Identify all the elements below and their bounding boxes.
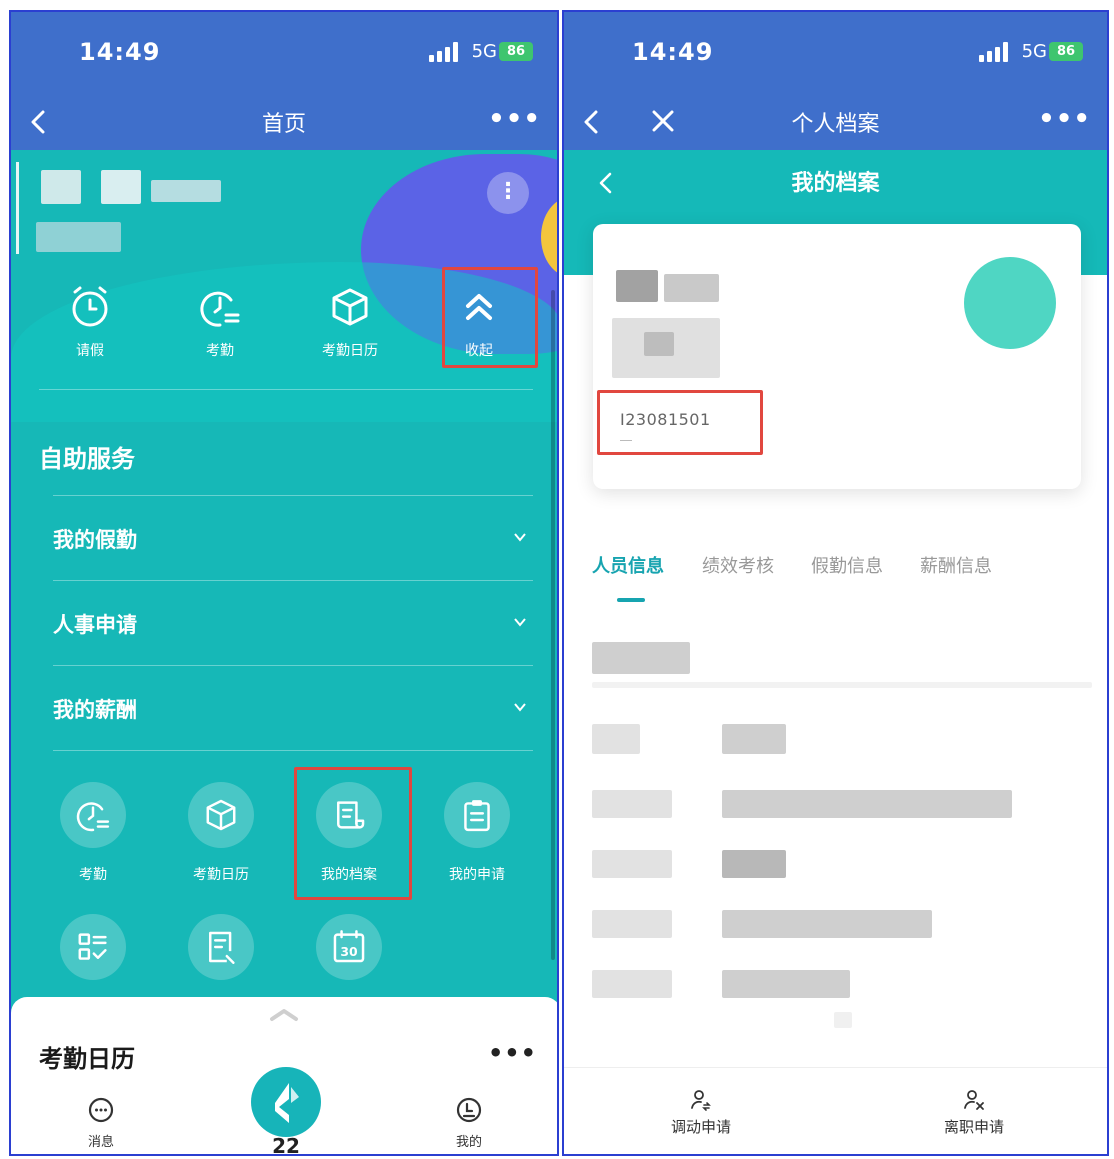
chevron-up-icon[interactable] xyxy=(269,1007,299,1023)
cube-icon xyxy=(206,799,236,831)
highlight-box-collapse xyxy=(442,267,538,368)
user-menu-button[interactable]: ⋮ xyxy=(487,172,529,214)
quick-action-label: 考勤 xyxy=(206,343,234,359)
person-transfer-icon xyxy=(691,1090,711,1111)
accordion-hr-requests[interactable]: 人事申请 xyxy=(53,581,533,665)
tab-label: 我的 xyxy=(455,1135,482,1150)
status-bar: 14:49 5G 86 xyxy=(11,12,557,94)
attendance-clock-icon xyxy=(76,802,110,832)
divider xyxy=(39,389,533,390)
cube-icon xyxy=(332,288,368,326)
edit-doc-icon xyxy=(209,931,235,964)
battery-icon: 86 xyxy=(499,42,533,61)
chat-bubble-icon xyxy=(88,1097,114,1123)
quick-action-label: 请假 xyxy=(76,343,104,359)
resignation-request-button[interactable]: 离职申请 xyxy=(919,1088,1029,1137)
user-clock-icon xyxy=(456,1097,482,1123)
more-icon[interactable]: ••• xyxy=(488,106,541,132)
accordion-label: 人事申请 xyxy=(53,613,137,637)
status-time: 14:49 xyxy=(79,38,161,66)
signal-icon xyxy=(979,42,1009,62)
quick-action-label: 考勤日历 xyxy=(322,343,378,359)
center-number: 22 xyxy=(272,1134,300,1156)
accordion-my-leave[interactable]: 我的假勤 xyxy=(53,496,533,580)
grid-item-my-requests[interactable]: 我的申请 xyxy=(422,782,532,884)
divider xyxy=(53,750,533,751)
clipboard-icon xyxy=(464,800,490,832)
quick-action-attendance[interactable]: 考勤 xyxy=(175,284,265,360)
home-screen: 14:49 5G 86 首页 ••• ⋮ 请假 考勤 考勤日历 收起 自助服务 … xyxy=(9,10,559,1156)
bottom-action-bar: 调动申请 离职申请 xyxy=(564,1067,1107,1154)
grid-item-calendar[interactable]: 考勤日历 xyxy=(166,782,276,884)
action-label: 调动申请 xyxy=(670,1118,731,1136)
status-time: 14:49 xyxy=(632,38,714,66)
sheet-more-icon[interactable]: ••• xyxy=(488,1039,537,1067)
svg-text:30: 30 xyxy=(340,944,358,959)
grid-item-label: 考勤日历 xyxy=(193,867,249,883)
attendance-clock-icon xyxy=(200,291,240,327)
grid-item-edit-document[interactable] xyxy=(166,914,276,980)
calendar-30-icon: 30 xyxy=(333,930,365,963)
tab-leave-info[interactable]: 假勤信息 xyxy=(811,552,883,578)
center-app-button[interactable] xyxy=(251,1067,321,1137)
accordion-label: 我的假勤 xyxy=(53,528,137,552)
tab-messages[interactable]: 消息 xyxy=(66,1097,136,1150)
tab-label: 消息 xyxy=(87,1135,114,1150)
status-bar: 14:49 5G 86 xyxy=(564,12,1107,94)
quick-action-calendar[interactable]: 考勤日历 xyxy=(305,284,395,360)
nav-bar: 首页 ••• xyxy=(11,94,557,150)
alarm-clock-icon xyxy=(72,286,108,327)
network-type: 5G xyxy=(471,41,497,62)
grid-item-label: 考勤 xyxy=(79,867,107,883)
page-title: 个人档案 xyxy=(791,112,880,137)
accordion-my-salary[interactable]: 我的薪酬 xyxy=(53,666,533,750)
chevron-down-icon xyxy=(514,533,526,542)
grid-item-label: 我的申请 xyxy=(449,867,505,883)
brand-logo-icon xyxy=(275,1083,299,1123)
quick-action-leave[interactable]: 请假 xyxy=(45,284,135,360)
person-remove-icon xyxy=(964,1090,984,1110)
checklist-icon xyxy=(78,933,107,960)
sheet-title: 考勤日历 xyxy=(39,1045,135,1073)
tab-personnel-info[interactable]: 人员信息 xyxy=(592,552,664,578)
battery-icon: 86 xyxy=(1049,42,1083,61)
profile-screen: 14:49 5G 86 个人档案 ••• 我的档案 I23081501 人员信息… xyxy=(562,10,1109,1156)
grid-item-calendar-30[interactable]: 30 xyxy=(294,914,404,980)
transfer-request-button[interactable]: 调动申请 xyxy=(646,1088,756,1137)
scrollbar[interactable] xyxy=(551,290,555,960)
user-info-divider xyxy=(16,162,19,254)
network-type: 5G xyxy=(1021,41,1047,62)
signal-icon xyxy=(429,42,459,62)
highlight-box-employee-id xyxy=(597,390,763,455)
more-icon[interactable]: ••• xyxy=(1038,106,1091,132)
action-label: 离职申请 xyxy=(943,1118,1004,1136)
grid-item-attendance[interactable]: 考勤 xyxy=(38,782,148,884)
tab-performance[interactable]: 绩效考核 xyxy=(702,552,774,578)
tab-salary-info[interactable]: 薪酬信息 xyxy=(920,552,992,578)
page-title: 首页 xyxy=(261,112,306,137)
section-title: 自助服务 xyxy=(39,445,135,473)
accordion-label: 我的薪酬 xyxy=(53,698,137,722)
active-tab-indicator xyxy=(617,598,645,602)
section-title: 我的档案 xyxy=(791,171,880,196)
highlight-box-my-profile xyxy=(294,767,412,900)
grid-item-checklist[interactable] xyxy=(38,914,148,980)
avatar xyxy=(964,257,1056,349)
chevron-down-icon xyxy=(514,618,526,627)
tab-mine[interactable]: 我的 xyxy=(434,1097,504,1150)
chevron-down-icon xyxy=(514,703,526,712)
nav-bar: 个人档案 ••• xyxy=(564,94,1107,150)
